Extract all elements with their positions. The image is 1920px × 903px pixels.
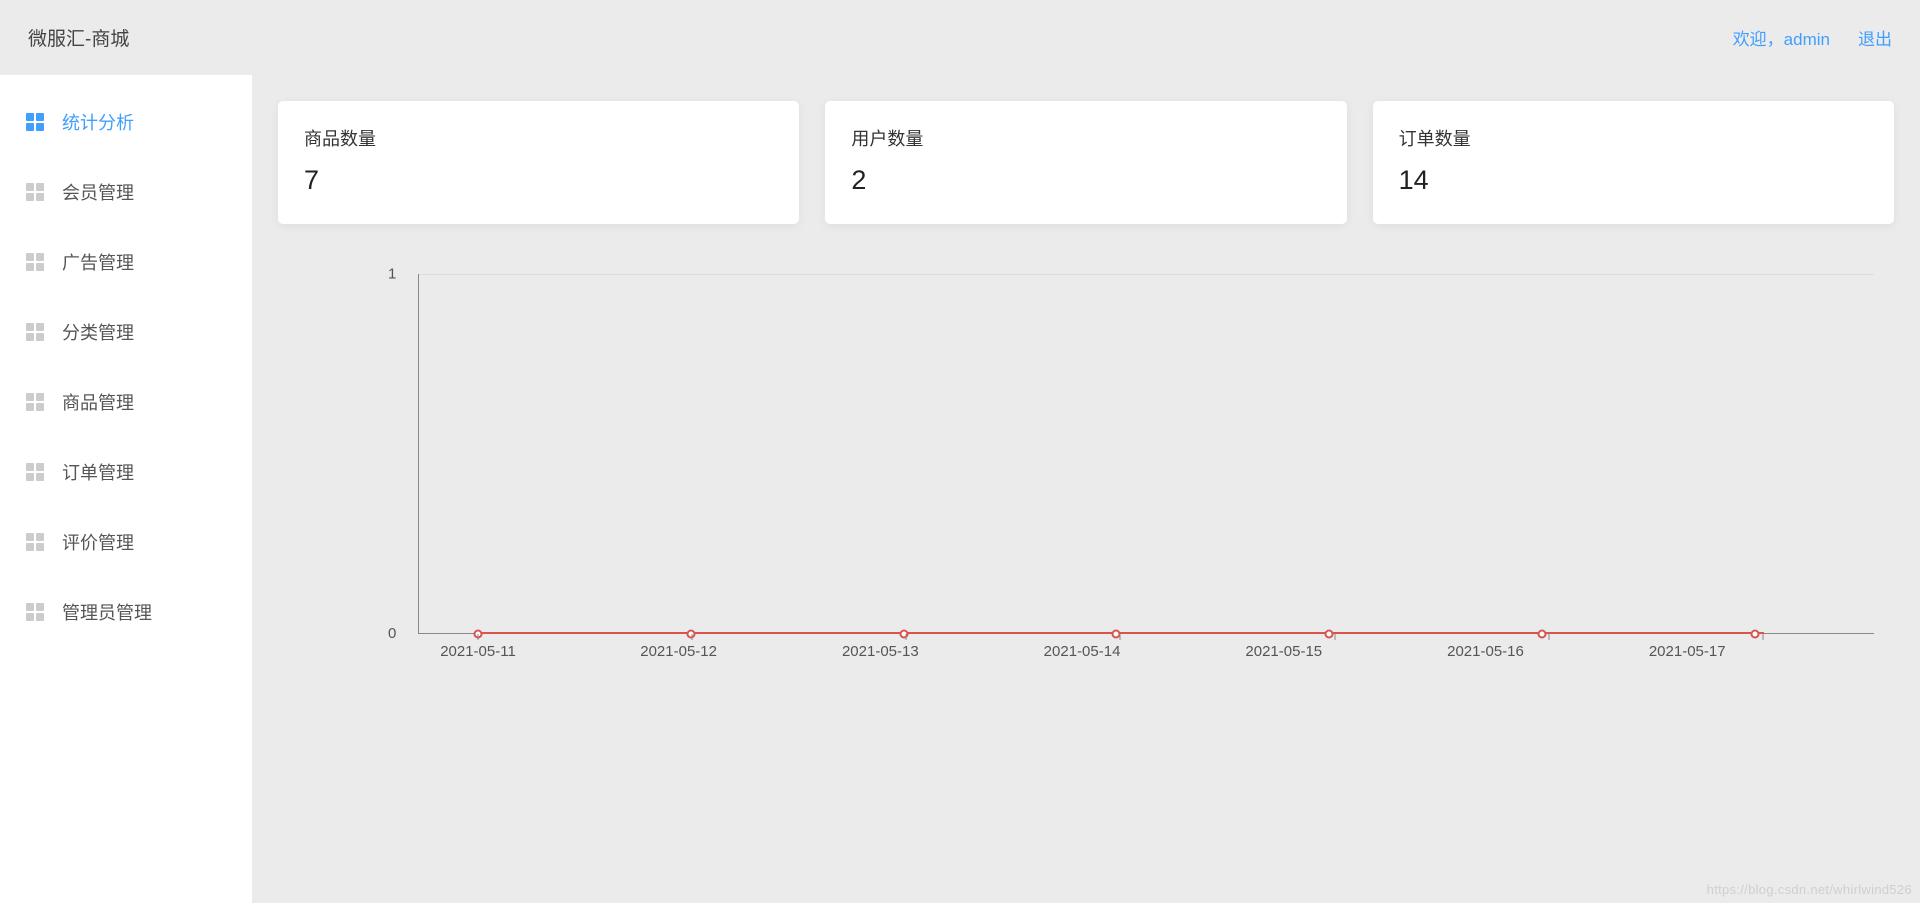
sidebar-item-1[interactable]: 会员管理 xyxy=(0,157,252,227)
grid-icon xyxy=(26,253,44,271)
grid-icon xyxy=(26,323,44,341)
stats-cards: 商品数量 7 用户数量 2 订单数量 14 xyxy=(278,101,1894,224)
chart-x-label-1: 2021-05-12 xyxy=(640,643,717,660)
chart-x-labels: 2021-05-112021-05-122021-05-132021-05-14… xyxy=(478,643,1764,660)
app-title: 微服汇-商城 xyxy=(28,24,129,51)
grid-icon xyxy=(26,183,44,201)
sidebar-item-label: 广告管理 xyxy=(62,249,134,275)
sidebar-item-5[interactable]: 订单管理 xyxy=(0,437,252,507)
stat-card-title: 订单数量 xyxy=(1399,125,1868,151)
stat-card-title: 商品数量 xyxy=(304,125,773,151)
chart-x-ticks xyxy=(478,634,1764,639)
chart-plot: 1 0 2021-05-112021-05-122021-05-132021-0… xyxy=(418,274,1874,654)
chart-x-tick-2 xyxy=(906,634,907,640)
chart-x-label-2: 2021-05-13 xyxy=(842,643,919,660)
sidebar-item-label: 商品管理 xyxy=(62,389,134,415)
chart-x-tick-1 xyxy=(692,634,693,640)
stat-card-1: 用户数量 2 xyxy=(825,101,1346,224)
sidebar: 统计分析会员管理广告管理分类管理商品管理订单管理评价管理管理员管理 xyxy=(0,75,252,903)
sidebar-item-label: 管理员管理 xyxy=(62,599,152,625)
stat-card-value: 14 xyxy=(1399,165,1868,196)
sidebar-item-label: 分类管理 xyxy=(62,319,134,345)
sidebar-item-0[interactable]: 统计分析 xyxy=(0,87,252,157)
sidebar-item-2[interactable]: 广告管理 xyxy=(0,227,252,297)
chart: 1 0 2021-05-112021-05-122021-05-132021-0… xyxy=(278,274,1894,654)
grid-icon xyxy=(26,533,44,551)
sidebar-item-label: 统计分析 xyxy=(62,109,134,135)
chart-x-tick-5 xyxy=(1548,634,1549,640)
sidebar-item-3[interactable]: 分类管理 xyxy=(0,297,252,367)
welcome-link[interactable]: 欢迎，admin xyxy=(1733,25,1830,50)
grid-icon xyxy=(26,113,44,131)
grid-icon xyxy=(26,393,44,411)
sidebar-item-6[interactable]: 评价管理 xyxy=(0,507,252,577)
chart-x-label-3: 2021-05-14 xyxy=(1044,643,1121,660)
stat-card-2: 订单数量 14 xyxy=(1373,101,1894,224)
main-content: 商品数量7用户数量2订单数量14 1 0 2021-05-112021-05-1… xyxy=(252,75,1920,903)
chart-x-tick-0 xyxy=(478,634,479,640)
grid-icon xyxy=(26,603,44,621)
chart-y-tick-max: 1 xyxy=(388,266,396,283)
header: 微服汇-商城 欢迎，admin 退出 xyxy=(0,0,1920,75)
stat-card-value: 7 xyxy=(304,165,773,196)
sidebar-item-label: 会员管理 xyxy=(62,179,134,205)
logout-link[interactable]: 退出 xyxy=(1858,25,1892,50)
stat-card-value: 2 xyxy=(851,165,1320,196)
sidebar-item-label: 评价管理 xyxy=(62,529,134,555)
chart-x-label-6: 2021-05-17 xyxy=(1649,643,1726,660)
watermark: https://blog.csdn.net/whirlwind526 xyxy=(1707,882,1912,897)
grid-icon xyxy=(26,463,44,481)
chart-x-tick-3 xyxy=(1120,634,1121,640)
chart-x-tick-6 xyxy=(1762,634,1763,640)
chart-x-label-4: 2021-05-15 xyxy=(1245,643,1322,660)
stat-card-0: 商品数量 7 xyxy=(278,101,799,224)
sidebar-item-label: 订单管理 xyxy=(62,459,134,485)
sidebar-item-7[interactable]: 管理员管理 xyxy=(0,577,252,647)
sidebar-item-4[interactable]: 商品管理 xyxy=(0,367,252,437)
chart-y-axis xyxy=(418,274,419,634)
chart-x-tick-4 xyxy=(1334,634,1335,640)
stat-card-title: 用户数量 xyxy=(851,125,1320,151)
chart-y-tick-min: 0 xyxy=(388,625,396,642)
chart-gridline xyxy=(418,274,1874,275)
header-right: 欢迎，admin 退出 xyxy=(1733,25,1892,50)
chart-x-label-0: 2021-05-11 xyxy=(440,643,516,660)
chart-x-label-5: 2021-05-16 xyxy=(1447,643,1524,660)
